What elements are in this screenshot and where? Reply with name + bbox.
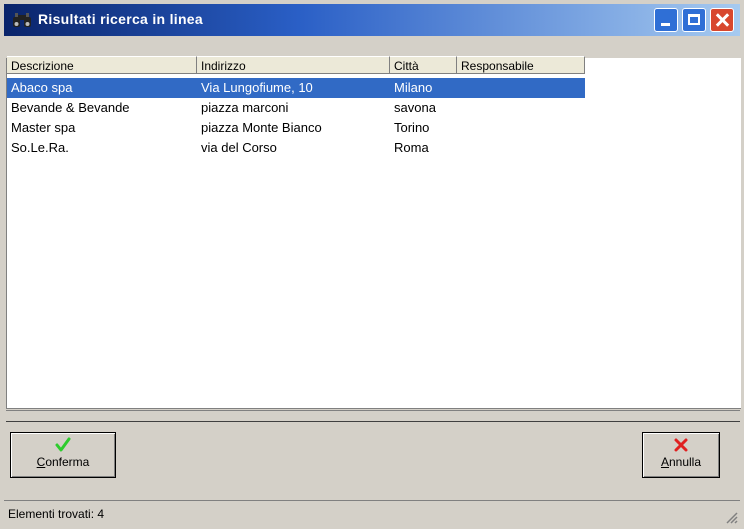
column-header-descrizione[interactable]: Descrizione (7, 56, 197, 74)
status-text: Elementi trovati: 4 (8, 507, 105, 521)
confirm-button[interactable]: Conferma (10, 432, 116, 478)
cell-indirizzo: piazza Monte Bianco (201, 120, 322, 135)
column-header-responsabile[interactable]: Responsabile (457, 56, 585, 74)
cell-descrizione: Bevande & Bevande (11, 100, 130, 115)
table-row[interactable]: Master spa piazza Monte Bianco Torino (7, 118, 585, 138)
column-header-indirizzo[interactable]: Indirizzo (197, 56, 390, 74)
cell-indirizzo: Via Lungofiume, 10 (201, 80, 313, 95)
cell-citta: Torino (394, 120, 430, 135)
close-button[interactable] (710, 8, 734, 32)
column-header-citta[interactable]: Città (390, 56, 457, 74)
cell-descrizione: So.Le.Ra. (11, 140, 69, 155)
table-row[interactable]: Bevande & Bevande piazza marconi savona (7, 98, 585, 118)
status-bar: Elementi trovati: 4 (4, 500, 740, 526)
cell-descrizione: Master spa (11, 120, 76, 135)
cell-citta: Roma (394, 140, 429, 155)
minimize-button[interactable] (654, 8, 678, 32)
window-title: Risultati ricerca in linea (38, 11, 203, 27)
splitter[interactable] (6, 410, 740, 422)
title-bar[interactable]: Risultati ricerca in linea (4, 4, 740, 36)
cell-citta: savona (394, 100, 436, 115)
resize-grip-icon[interactable] (724, 510, 738, 524)
results-window: Risultati ricerca in linea Descrizione I… (0, 0, 744, 529)
maximize-button[interactable] (682, 8, 706, 32)
cell-indirizzo: piazza marconi (201, 100, 289, 115)
results-list[interactable]: Descrizione Indirizzo Città Responsabile… (6, 56, 741, 409)
check-icon (55, 437, 71, 452)
list-header: Descrizione Indirizzo Città Responsabile (7, 56, 741, 76)
confirm-button-label: Conferma (36, 455, 90, 469)
cell-citta: Milano (394, 80, 433, 95)
cancel-button-label: Annulla (660, 455, 702, 469)
x-icon (674, 438, 688, 452)
cell-indirizzo: via del Corso (201, 140, 277, 155)
cancel-button[interactable]: Annulla (642, 432, 720, 478)
table-row[interactable]: So.Le.Ra. via del Corso Roma (7, 138, 585, 158)
cell-descrizione: Abaco spa (11, 80, 73, 95)
table-row[interactable]: Abaco spa Via Lungofiume, 10 Milano (7, 78, 585, 98)
binoculars-icon (13, 13, 31, 27)
